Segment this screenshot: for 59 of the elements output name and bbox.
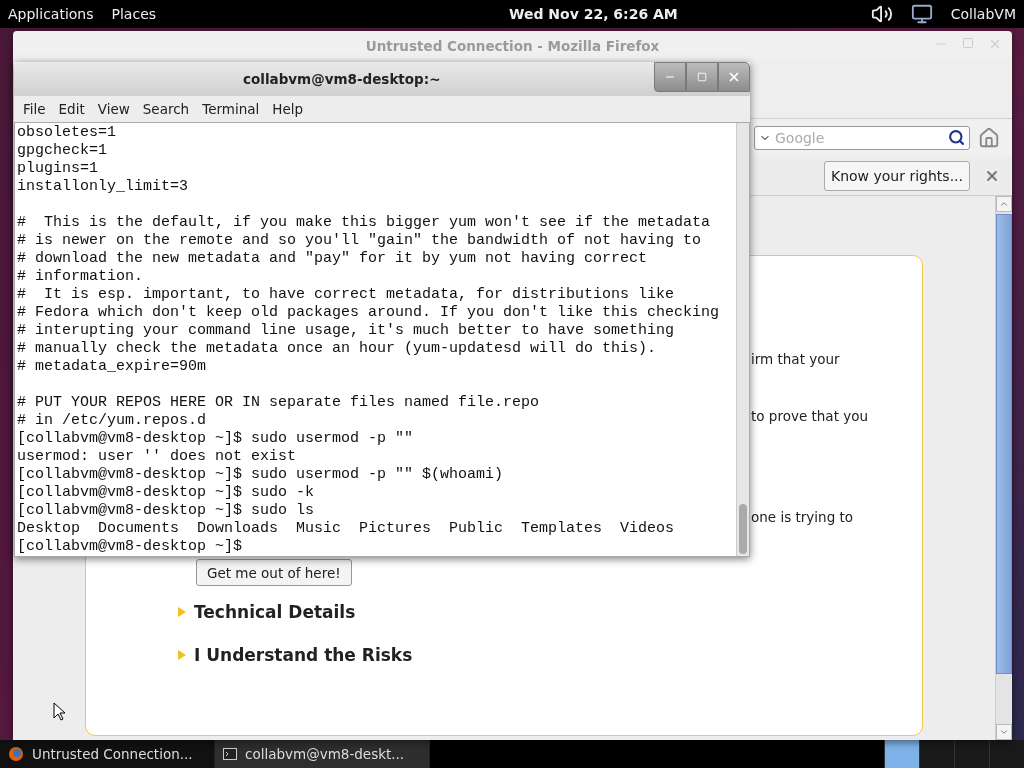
- terminal-line: # is newer on the remote and so you'll "gain" the bandwidth of not having to: [17, 232, 703, 250]
- terminal-line: # information.: [17, 268, 145, 286]
- terminal-icon: [223, 748, 237, 760]
- window-title: collabvm@vm8-desktop:~: [243, 71, 441, 87]
- taskbar-item[interactable]: collabvm@vm8-deskt...: [215, 740, 430, 768]
- menu-item[interactable]: Edit: [58, 101, 98, 117]
- home-icon[interactable]: [978, 127, 1000, 149]
- know-rights-button[interactable]: Know your rights...: [824, 161, 970, 191]
- triangle-icon[interactable]: [178, 650, 186, 660]
- terminal-line: # download the new metadata and "pay" for it by yum not having correct: [17, 250, 649, 268]
- menu-item[interactable]: View: [97, 101, 143, 117]
- terminal-line: Desktop Documents Downloads Music Pictures Public Templates Videos: [17, 520, 676, 538]
- paragraph: one is trying to: [751, 508, 855, 527]
- terminal-line: [collabvm@vm8-desktop ~]$ sudo ls: [17, 502, 316, 520]
- workspace-switcher[interactable]: [884, 740, 1024, 768]
- cursor-icon: [53, 702, 65, 721]
- section-toggle[interactable]: I Understand the Risks: [194, 645, 413, 665]
- terminal-line: gpgcheck=1: [17, 142, 108, 160]
- terminal-line: obsoletes=1: [17, 124, 118, 142]
- paragraph: irm that your: [751, 350, 841, 369]
- taskbar-item[interactable]: Untrusted Connection...: [0, 740, 215, 768]
- panel-menu[interactable]: Applications: [8, 6, 94, 22]
- search-field[interactable]: Google: [754, 126, 970, 150]
- paragraph: to prove that you: [751, 407, 870, 426]
- get-out-button[interactable]: Get me out of here!: [196, 559, 352, 586]
- terminal-line: # It is esp. important, to have correct metadata, for distributions like: [17, 286, 676, 304]
- terminal-line: # PUT YOUR REPOS HERE OR IN separate files named file.repo: [17, 394, 541, 412]
- computer-icon[interactable]: [910, 3, 933, 25]
- terminal-line: # Fedora which don't keep old packages around. If you don't like this checking: [17, 304, 721, 322]
- scrollbar[interactable]: [995, 196, 1012, 740]
- terminal-line: [collabvm@vm8-desktop ~]$ sudo usermod -p "" $(whoami): [17, 466, 505, 484]
- terminal-line: usermod: user '' does not exist: [17, 448, 298, 466]
- menu-item[interactable]: Search: [142, 101, 203, 117]
- terminal-line: plugins=1: [17, 160, 99, 178]
- clock[interactable]: Wed Nov 22, 6:26 AM: [349, 6, 678, 22]
- window-title: Untrusted Connection - Mozilla Firefox: [365, 37, 660, 54]
- terminal-line: # This is the default, if you make this bigger yum won't see if the metadata: [17, 214, 712, 232]
- terminal-line: installonly_limit=3: [17, 178, 190, 196]
- terminal-line: # manually check the metadata once an hour (yum-updatesd will do this).: [17, 340, 658, 358]
- triangle-icon[interactable]: [178, 607, 186, 617]
- menu-item[interactable]: Terminal: [202, 101, 273, 117]
- panel-menu[interactable]: Places: [111, 6, 157, 22]
- terminal-line: # interupting your command line usage, it's much better to have something: [17, 322, 676, 340]
- globe-icon: [8, 746, 24, 762]
- terminal-line: [collabvm@vm8-desktop ~]$ sudo -k: [17, 484, 316, 502]
- scrollbar-thumb[interactable]: [739, 504, 747, 554]
- terminal-line: [collabvm@vm8-desktop ~]$: [17, 538, 244, 556]
- search-icon[interactable]: [948, 129, 965, 146]
- user-name[interactable]: CollabVM: [950, 6, 1016, 22]
- maximize-icon[interactable]: [962, 37, 974, 49]
- menu-item[interactable]: Help: [272, 101, 317, 117]
- terminal-line: # metadata_expire=90m: [17, 358, 208, 376]
- menu-item[interactable]: File: [23, 101, 59, 117]
- close-icon[interactable]: [984, 168, 1000, 184]
- terminal-line: # in /etc/yum.repos.d: [17, 412, 208, 430]
- speaker-icon[interactable]: [870, 3, 893, 25]
- section-toggle[interactable]: Technical Details: [194, 602, 356, 622]
- terminal-line: [collabvm@vm8-desktop ~]$ sudo usermod -p "": [17, 430, 415, 448]
- close-icon[interactable]: [727, 70, 741, 84]
